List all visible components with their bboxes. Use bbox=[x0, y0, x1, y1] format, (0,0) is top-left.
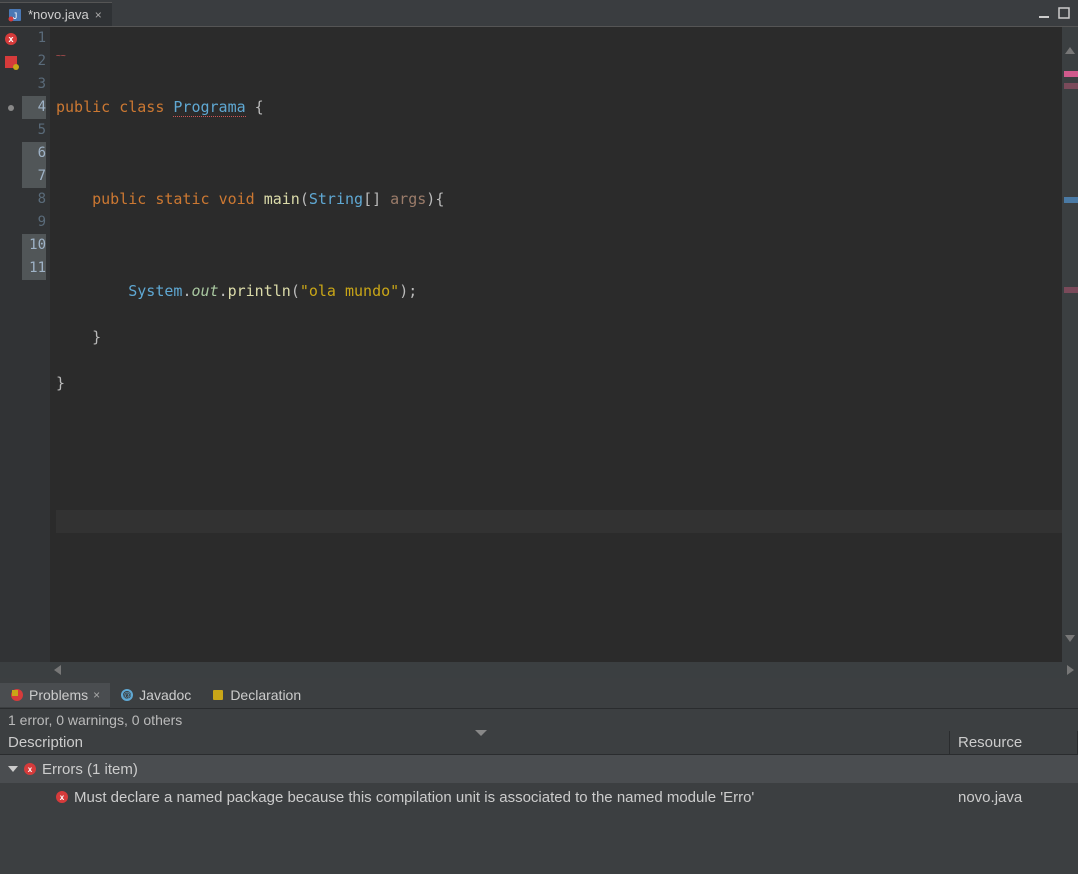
problems-icon bbox=[10, 688, 24, 702]
overview-ruler[interactable] bbox=[1062, 27, 1078, 662]
horizontal-scrollbar[interactable] bbox=[0, 662, 1078, 678]
tab-javadoc-label: Javadoc bbox=[139, 687, 191, 703]
editor-tab-bar: J *novo.java × bbox=[0, 0, 1078, 26]
javadoc-icon: @ bbox=[120, 688, 134, 702]
close-icon[interactable]: × bbox=[95, 8, 102, 22]
breakpoint-dot-icon[interactable] bbox=[8, 105, 14, 111]
declaration-icon bbox=[211, 688, 225, 702]
tab-declaration[interactable]: Declaration bbox=[201, 683, 311, 707]
problem-resource: novo.java bbox=[950, 789, 1078, 806]
window-controls bbox=[1036, 0, 1078, 26]
svg-text:@: @ bbox=[123, 691, 131, 700]
tab-problems[interactable]: Problems × bbox=[0, 683, 110, 707]
scroll-left-icon[interactable] bbox=[54, 665, 61, 675]
scroll-right-icon[interactable] bbox=[1067, 665, 1074, 675]
error-icon: x bbox=[56, 791, 68, 803]
code-content[interactable]: ~~ public class Programa { public static… bbox=[50, 27, 1062, 662]
tab-declaration-label: Declaration bbox=[230, 687, 301, 703]
line-number-gutter: 1 2 3 4 5 6 7 8 9 10 11 bbox=[22, 27, 50, 662]
errors-group-label: Errors (1 item) bbox=[42, 761, 138, 778]
expand-icon[interactable] bbox=[8, 766, 18, 772]
overview-mark[interactable] bbox=[1064, 287, 1078, 293]
problems-table-body: x Errors (1 item) x Must declare a named… bbox=[0, 755, 1078, 874]
tab-problems-label: Problems bbox=[29, 687, 88, 703]
editor-tab-label: *novo.java bbox=[28, 7, 89, 22]
overview-info-mark[interactable] bbox=[1064, 197, 1078, 203]
overview-mark[interactable] bbox=[1064, 83, 1078, 89]
warning-marker-icon[interactable] bbox=[5, 56, 17, 68]
problems-summary: 1 error, 0 warnings, 0 others bbox=[0, 709, 1078, 731]
scroll-down-icon[interactable] bbox=[1065, 635, 1075, 642]
column-resource[interactable]: Resource bbox=[950, 731, 1078, 754]
panel-tab-bar: Problems × @ Javadoc Declaration bbox=[0, 681, 1078, 709]
close-icon[interactable]: × bbox=[93, 688, 100, 702]
column-description[interactable]: Description bbox=[0, 731, 950, 754]
error-marker-icon[interactable]: x bbox=[5, 33, 17, 45]
java-file-icon: J bbox=[8, 8, 22, 22]
maximize-icon[interactable] bbox=[1056, 7, 1072, 19]
bottom-panel: Problems × @ Javadoc Declaration 1 error… bbox=[0, 678, 1078, 874]
problems-table-header: Description Resource bbox=[0, 731, 1078, 755]
tab-javadoc[interactable]: @ Javadoc bbox=[110, 683, 201, 707]
scroll-up-icon[interactable] bbox=[1065, 47, 1075, 54]
sort-indicator-icon[interactable] bbox=[475, 730, 487, 736]
editor-tab-novo-java[interactable]: J *novo.java × bbox=[0, 2, 112, 26]
problem-message: Must declare a named package because thi… bbox=[74, 789, 754, 806]
problems-group-errors[interactable]: x Errors (1 item) bbox=[0, 755, 1078, 783]
minimize-icon[interactable] bbox=[1036, 7, 1052, 19]
code-editor[interactable]: x 1 2 3 4 5 6 7 8 9 10 11 ~~ public clas… bbox=[0, 26, 1078, 662]
problem-row[interactable]: x Must declare a named package because t… bbox=[0, 783, 1078, 811]
overview-error-mark[interactable] bbox=[1064, 71, 1078, 77]
gutter-markers: x bbox=[0, 27, 22, 662]
error-icon: x bbox=[24, 763, 36, 775]
